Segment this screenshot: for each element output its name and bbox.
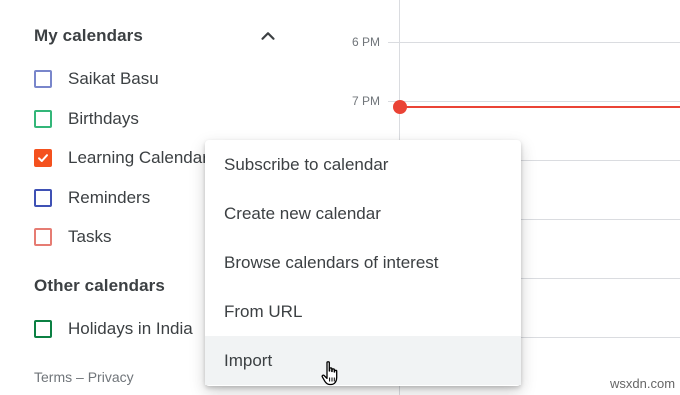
calendar-label: Learning Calendar — [68, 148, 208, 167]
checkmark-icon — [38, 154, 48, 162]
calendar-item[interactable]: Saikat Basu — [34, 66, 159, 92]
grid-line-6pm — [388, 42, 680, 43]
watermark: wsxdn.com — [610, 376, 676, 391]
menu-item[interactable]: Browse calendars of interest — [205, 238, 521, 287]
menu-item[interactable]: Subscribe to calendar — [205, 140, 521, 189]
terms-link[interactable]: Terms — [34, 369, 72, 385]
menu-item[interactable]: From URL — [205, 287, 521, 336]
calendar-item[interactable]: Learning Calendar — [34, 145, 208, 171]
calendar-label: Holidays in India — [68, 319, 193, 338]
calendar-item[interactable]: Birthdays — [34, 106, 139, 132]
calendar-label: Saikat Basu — [68, 69, 159, 88]
calendar-label: Birthdays — [68, 108, 139, 128]
calendar-label: Reminders — [68, 187, 151, 207]
other-calendars-title: Other calendars — [34, 276, 165, 295]
calendar-checkbox[interactable] — [34, 70, 52, 88]
calendar-item[interactable]: Reminders — [34, 185, 150, 211]
chevron-up-icon[interactable] — [257, 25, 279, 47]
my-calendars-title: My calendars — [34, 26, 143, 45]
calendar-checkbox[interactable] — [34, 109, 52, 128]
hand-pointer-icon — [321, 361, 338, 386]
calendar-checkbox[interactable] — [34, 320, 52, 338]
add-calendar-menu: Subscribe to calendar Create new calendar… — [205, 140, 521, 386]
calendar-label: Tasks — [68, 227, 112, 246]
current-time-dot — [393, 100, 407, 114]
menu-item[interactable]: Create new calendar — [205, 189, 521, 238]
grid-line-7pm — [388, 101, 680, 102]
current-time-line — [399, 106, 680, 108]
calendar-checkbox[interactable] — [34, 149, 52, 167]
time-label-6pm: 6 PM — [351, 35, 380, 49]
menu-items: Subscribe to calendar Create new calendar… — [205, 140, 521, 385]
footer-separator: – — [76, 369, 84, 385]
calendar-checkbox[interactable] — [34, 228, 52, 246]
menu-item[interactable]: Import — [205, 336, 521, 385]
privacy-link[interactable]: Privacy — [88, 369, 134, 385]
calendar-item[interactable]: Holidays in India — [34, 316, 193, 342]
footer-links: Terms – Privacy — [34, 369, 134, 385]
calendar-item[interactable]: Tasks — [34, 224, 111, 250]
calendar-checkbox[interactable] — [34, 188, 52, 207]
time-label-7pm: 7 PM — [351, 94, 380, 108]
